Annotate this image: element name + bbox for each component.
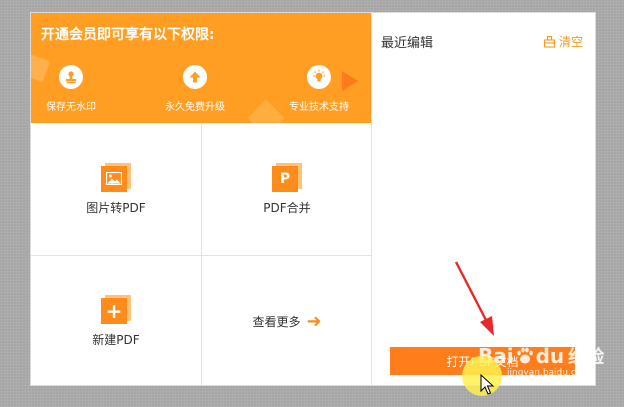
see-more-label: 查看更多 <box>252 315 301 329</box>
upload-arrow-icon <box>183 65 207 89</box>
perk-free-upgrade: 永久免费升级 <box>155 65 235 113</box>
tool-label: 新建PDF <box>92 333 140 347</box>
image-file-icon <box>101 162 131 192</box>
arrow-right-icon: ➜ <box>306 310 322 332</box>
watermark-url: jingyan.baidu.com <box>507 368 591 378</box>
perk-tech-support: 专业技术支持 <box>279 65 359 113</box>
red-arrow-annotation <box>454 261 494 336</box>
app-window: 开通会员即可享有以下权限: 保存无水印 永久免费升级 专业技术支持 图片转PDF… <box>30 12 596 386</box>
watermark-text: 经验 <box>568 347 605 368</box>
tool-label: PDF合并 <box>263 200 311 215</box>
see-more-link[interactable]: 查看更多 ➜ <box>202 256 372 385</box>
perk-label: 永久免费升级 <box>165 102 225 113</box>
grid-divider <box>31 255 372 256</box>
banner-title: 开通会员即可享有以下权限: <box>41 27 215 43</box>
clear-label: 清空 <box>558 35 583 49</box>
recent-title: 最近编辑 <box>381 36 434 51</box>
pdf-file-icon: P <box>272 162 302 192</box>
mouse-cursor-icon <box>480 374 494 395</box>
paw-icon <box>516 347 533 364</box>
tool-pdf-merge[interactable]: P PDF合并 <box>202 123 372 255</box>
watermark-text: du <box>535 344 565 368</box>
lightbulb-icon <box>307 65 331 89</box>
clear-button[interactable]: 清空 <box>543 33 583 50</box>
left-panel: 开通会员即可享有以下权限: 保存无水印 永久免费升级 专业技术支持 图片转PDF… <box>31 13 372 385</box>
tool-new-pdf[interactable]: + 新建PDF <box>31 256 201 385</box>
perk-label: 保存无水印 <box>46 102 96 113</box>
membership-banner[interactable]: 开通会员即可享有以下权限: 保存无水印 永久免费升级 专业技术支持 <box>31 13 372 123</box>
stamp-icon <box>59 65 83 89</box>
perk-no-watermark: 保存无水印 <box>31 65 111 113</box>
new-file-icon: + <box>101 295 131 324</box>
tool-grid: 图片转PDF P PDF合并 + 新建PDF 查看更多 ➜ <box>31 123 372 385</box>
clear-icon <box>543 35 556 48</box>
tool-image-to-pdf[interactable]: 图片转PDF <box>31 123 201 255</box>
tool-label: 图片转PDF <box>86 200 146 215</box>
perk-label: 专业技术支持 <box>289 102 349 113</box>
